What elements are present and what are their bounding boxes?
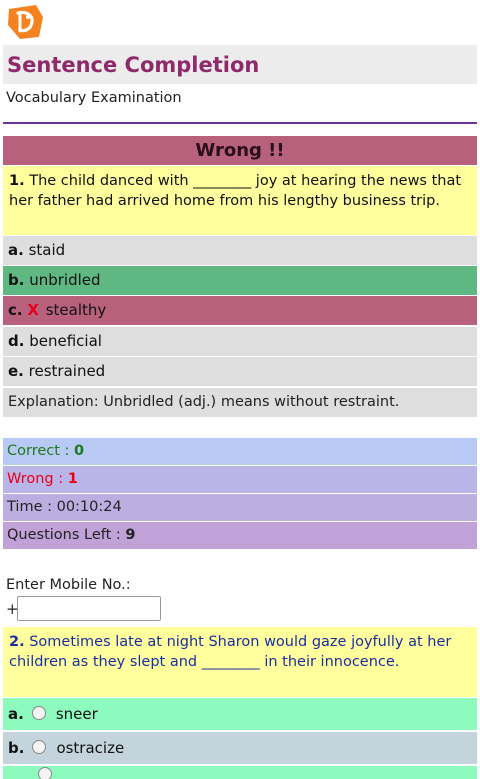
divider [3, 122, 477, 124]
question-text: Sometimes late at night Sharon would gaz… [9, 634, 452, 670]
butterfly-logo-icon [6, 3, 46, 41]
option-text: beneficial [29, 332, 102, 350]
questions-left: Questions Left : 9 [3, 522, 477, 549]
page-title: Sentence Completion [7, 53, 260, 77]
option-letter: c. [8, 301, 23, 319]
option-text: ostracize [56, 739, 125, 757]
wrong-value: 1 [67, 471, 78, 487]
wrong-label: Wrong : [7, 471, 68, 487]
option-letter: e. [8, 362, 24, 380]
wrong-count: Wrong : 1 [3, 466, 477, 493]
option-text: staid [28, 241, 66, 259]
questions-left-label: Questions Left : [7, 527, 126, 543]
option-b[interactable]: b. ostracize [3, 732, 477, 764]
option-text: unbridled [29, 271, 101, 289]
option-a[interactable]: a. sneer [3, 698, 477, 730]
option-b-correct[interactable]: b. unbridled [3, 266, 477, 295]
timer: Time : 00:10:24 [3, 494, 477, 521]
mobile-number-input[interactable] [17, 596, 161, 621]
option-text: sneer [55, 705, 98, 723]
questions-left-value: 9 [125, 527, 136, 543]
option-text: restrained [28, 362, 106, 380]
option-letter: b. [8, 271, 25, 289]
option-text: stealthy [45, 301, 107, 319]
radio-button[interactable] [38, 767, 52, 779]
option-a[interactable]: a. staid [3, 236, 477, 265]
question-number: 2. [9, 634, 25, 650]
radio-button[interactable] [32, 740, 47, 754]
option-letter: b. [8, 739, 25, 757]
mobile-label: Enter Mobile No.: [6, 577, 131, 593]
explanation: Explanation: Unbridled (adj.) means with… [3, 388, 477, 417]
question-2: 2. Sometimes late at night Sharon would … [3, 627, 477, 697]
option-d[interactable]: d. beneficial [3, 327, 477, 356]
question-1: 1. The child danced with ________ joy at… [3, 166, 477, 235]
option-letter: d. [8, 332, 25, 350]
time-label: Time : [7, 499, 57, 515]
question-text: The child danced with ________ joy at he… [9, 173, 462, 209]
result-banner: Wrong !! [3, 136, 477, 165]
option-c[interactable] [3, 766, 477, 779]
page-title-bar: Sentence Completion [3, 45, 477, 84]
time-value: 00:10:24 [56, 499, 122, 515]
option-letter: a. [8, 705, 24, 723]
option-letter: a. [8, 241, 24, 259]
question-number: 1. [9, 173, 25, 189]
radio-button[interactable] [31, 706, 46, 720]
option-e[interactable]: e. restrained [3, 357, 477, 386]
correct-value: 0 [74, 443, 85, 459]
option-c-wrong[interactable]: c. X stealthy [3, 296, 477, 325]
correct-label: Correct : [7, 443, 75, 459]
page-subtitle: Vocabulary Examination [6, 90, 182, 106]
wrong-x-icon: X [27, 301, 39, 319]
correct-count: Correct : 0 [3, 438, 477, 465]
